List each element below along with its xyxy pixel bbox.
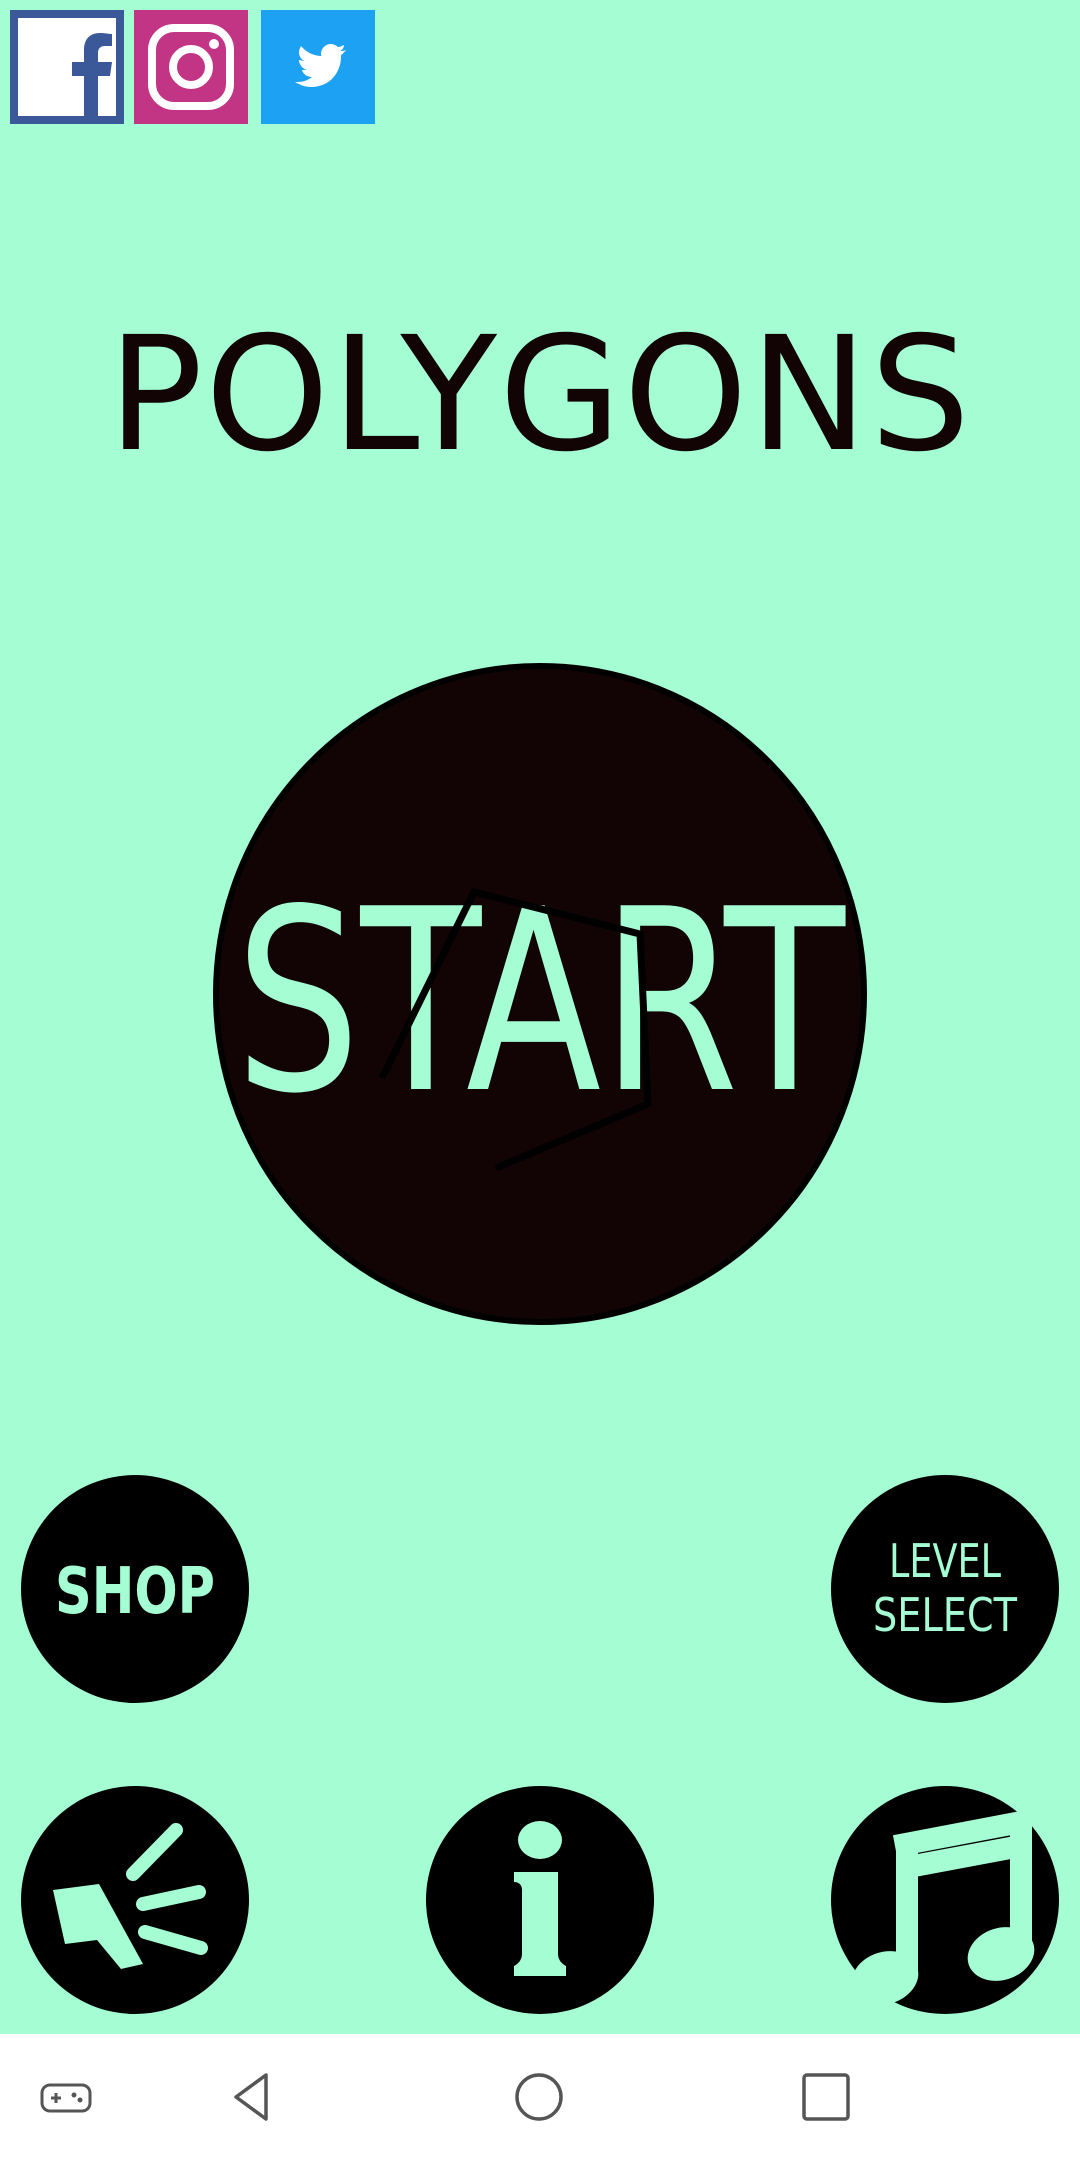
- twitter-button[interactable]: [261, 10, 375, 124]
- home-button[interactable]: [509, 2067, 569, 2127]
- recents-icon: [802, 2073, 850, 2121]
- instagram-icon: [134, 10, 248, 124]
- level-select-line2: SELECT: [873, 1588, 1018, 1642]
- shop-button[interactable]: SHOP: [21, 1475, 249, 1703]
- game-screen: POLYGONS START SHOP LEVEL SELECT: [0, 0, 1080, 2034]
- start-label: START: [235, 856, 846, 1149]
- info-icon: [514, 1821, 566, 1976]
- game-mode-button[interactable]: [36, 2067, 96, 2127]
- start-button[interactable]: START: [213, 663, 867, 1325]
- music-note-icon: [851, 1808, 1035, 2005]
- system-navigation-bar: [0, 2034, 1080, 2160]
- recents-button[interactable]: [796, 2067, 856, 2127]
- instagram-button[interactable]: [134, 10, 248, 124]
- sound-button[interactable]: [21, 1786, 249, 2014]
- back-button[interactable]: [222, 2067, 282, 2127]
- gamepad-icon: [40, 2083, 92, 2113]
- facebook-icon: [10, 10, 124, 124]
- speaker-icon: [53, 1823, 208, 1969]
- app-title: POLYGONS: [107, 303, 973, 487]
- back-icon: [234, 2073, 268, 2121]
- level-select-line1: LEVEL: [889, 1534, 1001, 1588]
- shop-label: SHOP: [55, 1555, 215, 1629]
- facebook-button[interactable]: [10, 10, 124, 124]
- twitter-icon: [261, 10, 375, 124]
- level-select-button[interactable]: LEVEL SELECT: [831, 1475, 1059, 1703]
- music-button[interactable]: [831, 1786, 1059, 2014]
- info-button[interactable]: [426, 1786, 654, 2014]
- home-icon: [515, 2073, 563, 2121]
